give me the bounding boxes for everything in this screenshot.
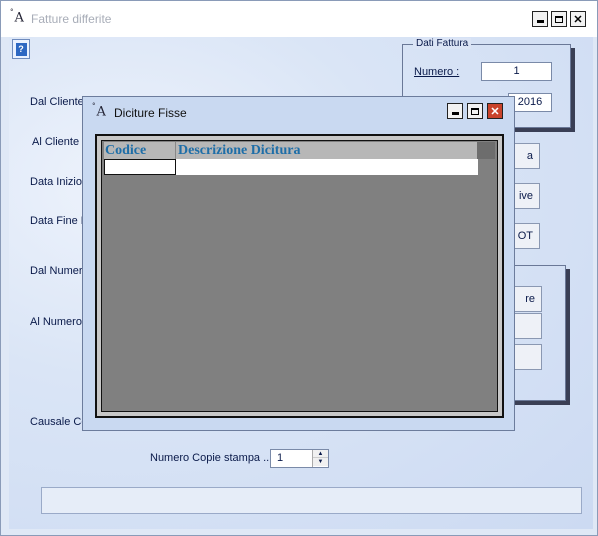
table-row[interactable]	[104, 159, 478, 175]
dati-fattura-caption: Dati Fattura	[413, 38, 472, 49]
column-header-codice[interactable]: Codice	[104, 142, 176, 159]
diciture-fisse-dialog: °A Diciture Fisse ✕ Codice Descrizione D…	[82, 96, 515, 431]
copies-value: 1	[277, 452, 284, 464]
close-button[interactable]: ✕	[570, 11, 586, 27]
dialog-minimize-button[interactable]	[447, 103, 463, 119]
label-dal-numero: Dal Numero	[30, 265, 89, 277]
dialog-title: Diciture Fisse	[114, 106, 187, 120]
column-header-descrizione[interactable]: Descrizione Dicitura	[177, 142, 477, 159]
dialog-app-icon: °A	[92, 102, 106, 120]
spinner-buttons[interactable]: ▲ ▼	[312, 450, 328, 467]
label-causale: Causale Co	[30, 416, 88, 428]
dialog-close-button[interactable]: ✕	[487, 103, 503, 119]
close-icon: ✕	[490, 105, 500, 118]
copies-spinner[interactable]: 1 ▲ ▼	[270, 449, 329, 468]
grid-scrollbar[interactable]	[477, 142, 495, 159]
numero-label: Numero :	[414, 66, 460, 78]
cell-codice[interactable]	[104, 159, 176, 175]
label-data-fine: Data Fine F	[30, 215, 88, 227]
maximize-icon	[471, 107, 479, 115]
diciture-grid[interactable]: Codice Descrizione Dicitura	[101, 140, 498, 412]
close-icon: ✕	[573, 13, 583, 26]
copies-label: Numero Copie stampa ..:	[150, 452, 273, 464]
status-bar	[41, 487, 582, 514]
label-al-numero: Al Numero	[30, 316, 82, 328]
label-al-cliente: Al Cliente	[32, 136, 80, 148]
label-data-inizio: Data Inizio	[30, 176, 82, 188]
dialog-content: Codice Descrizione Dicitura	[95, 134, 504, 418]
window-title: Fatture differite	[31, 12, 112, 26]
app-icon: °A	[10, 8, 24, 26]
label-dal-cliente: Dal Cliente	[30, 96, 84, 108]
numero-field[interactable]: 1	[481, 62, 552, 81]
dialog-maximize-button[interactable]	[467, 103, 483, 119]
help-button[interactable]: ?	[12, 39, 30, 59]
spin-down-icon[interactable]: ▼	[313, 458, 328, 466]
spin-up-icon[interactable]: ▲	[313, 450, 328, 458]
minimize-button[interactable]	[532, 11, 548, 27]
minimize-icon	[536, 19, 544, 23]
help-icon: ?	[15, 42, 27, 56]
options-group: re	[509, 265, 566, 401]
grid-header: Codice Descrizione Dicitura	[104, 142, 478, 159]
maximize-button[interactable]	[551, 11, 567, 27]
maximize-icon	[555, 15, 563, 23]
cell-descrizione[interactable]	[177, 159, 478, 175]
minimize-icon	[451, 111, 459, 115]
main-titlebar[interactable]: °A Fatture differite ✕	[1, 1, 597, 37]
